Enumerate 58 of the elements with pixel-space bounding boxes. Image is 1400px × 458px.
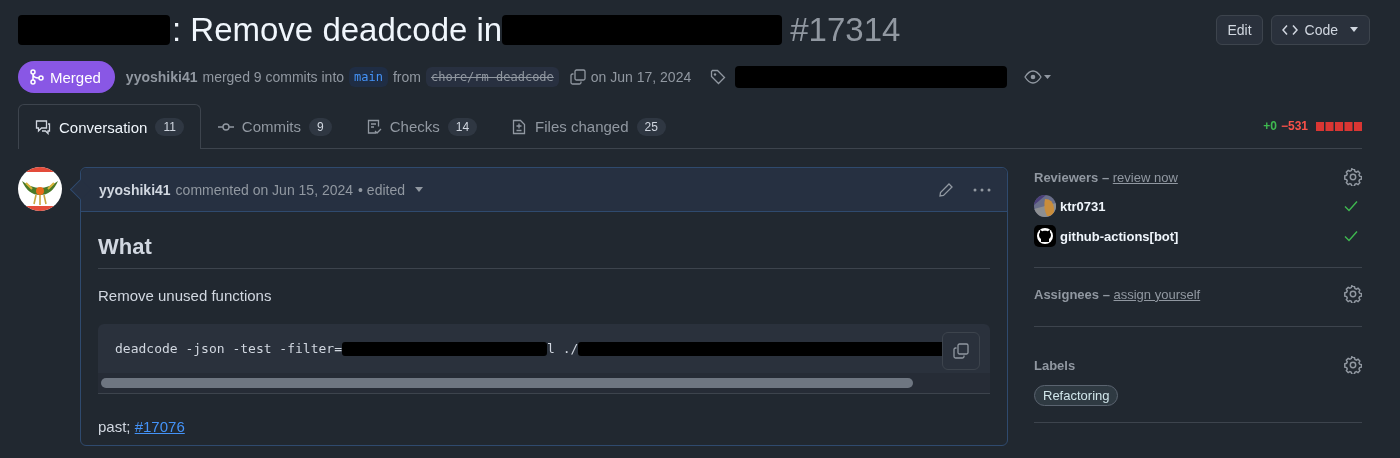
merged-badge: Merged xyxy=(18,61,115,93)
pr-number: #17314 xyxy=(790,11,901,49)
comment-meta: commented on Jun 15, 2024 xyxy=(175,181,354,198)
branch-label[interactable]: main xyxy=(349,67,388,87)
issue-link[interactable]: #17076 xyxy=(134,418,185,435)
pencil-icon[interactable] xyxy=(938,181,954,198)
scrollbar-thumb[interactable] xyxy=(101,378,913,388)
copy-icon[interactable] xyxy=(569,69,586,85)
edited-label[interactable]: • edited xyxy=(358,181,405,198)
code-text: l ./ xyxy=(547,341,579,356)
more-icon[interactable] xyxy=(973,187,991,192)
count-badge: 14 xyxy=(447,117,478,136)
deletions-count: −531 xyxy=(1280,119,1308,133)
meta-text: merged 9 commits into xyxy=(202,69,345,85)
edit-button[interactable]: Edit xyxy=(1216,15,1263,45)
action-link[interactable]: review now xyxy=(1112,169,1178,185)
eye-icon[interactable] xyxy=(1024,69,1053,85)
diffstat-bar-icon xyxy=(1316,121,1362,131)
author-link[interactable]: yyoshiki41 xyxy=(125,69,198,85)
additions-count: +0 xyxy=(1263,119,1277,133)
count-badge: 11 xyxy=(155,118,184,136)
section-title: Assignees – assign yourself xyxy=(1034,286,1201,302)
count-badge: 25 xyxy=(636,117,666,136)
settings-icon[interactable] xyxy=(1344,168,1362,186)
checklist-icon xyxy=(365,118,382,135)
caret-icon[interactable] xyxy=(414,186,424,193)
meta-text: from xyxy=(393,69,421,85)
file-diff-icon xyxy=(511,118,528,135)
count-badge: 9 xyxy=(309,117,332,136)
settings-icon[interactable] xyxy=(1344,356,1362,374)
code-button[interactable]: Code xyxy=(1270,15,1370,45)
action-link[interactable]: assign yourself xyxy=(1113,286,1201,302)
section-title: Reviewers – review now xyxy=(1034,169,1178,185)
tab[interactable]: Files changed 25 xyxy=(494,104,683,148)
body-text: past; #17076 xyxy=(98,418,186,435)
section-title: Labels xyxy=(1034,357,1076,373)
body-text: Remove unused functions xyxy=(98,287,273,304)
reviewer-name[interactable]: ktr0731 xyxy=(1060,198,1340,214)
merge-date: on Jun 17, 2024 xyxy=(590,69,692,85)
reviewer-name[interactable]: github-actions[bot] xyxy=(1060,228,1340,244)
tag-icon xyxy=(710,69,727,85)
code-text: deadcode -json -test -filter= xyxy=(115,341,342,356)
copy-icon xyxy=(953,343,969,359)
merge-icon xyxy=(30,69,44,85)
code-icon xyxy=(1281,22,1298,38)
cat-logo-icon xyxy=(1034,225,1056,247)
copy-button[interactable] xyxy=(942,332,980,370)
comment-icon xyxy=(35,119,51,135)
settings-icon[interactable] xyxy=(1344,285,1362,303)
author-link[interactable]: yyoshiki41 xyxy=(99,181,171,198)
tab[interactable]: Commits 9 xyxy=(200,104,349,148)
label-tag[interactable]: Refactoring xyxy=(1034,385,1119,406)
caret-icon xyxy=(1349,27,1359,33)
tab[interactable]: Checks 14 xyxy=(348,104,495,148)
title-text: : Remove deadcode in xyxy=(172,11,503,49)
branch-label[interactable]: chore/rm-deadcode xyxy=(426,67,559,87)
section-heading: What xyxy=(98,212,990,269)
tab[interactable]: Conversation 11 xyxy=(18,104,201,149)
